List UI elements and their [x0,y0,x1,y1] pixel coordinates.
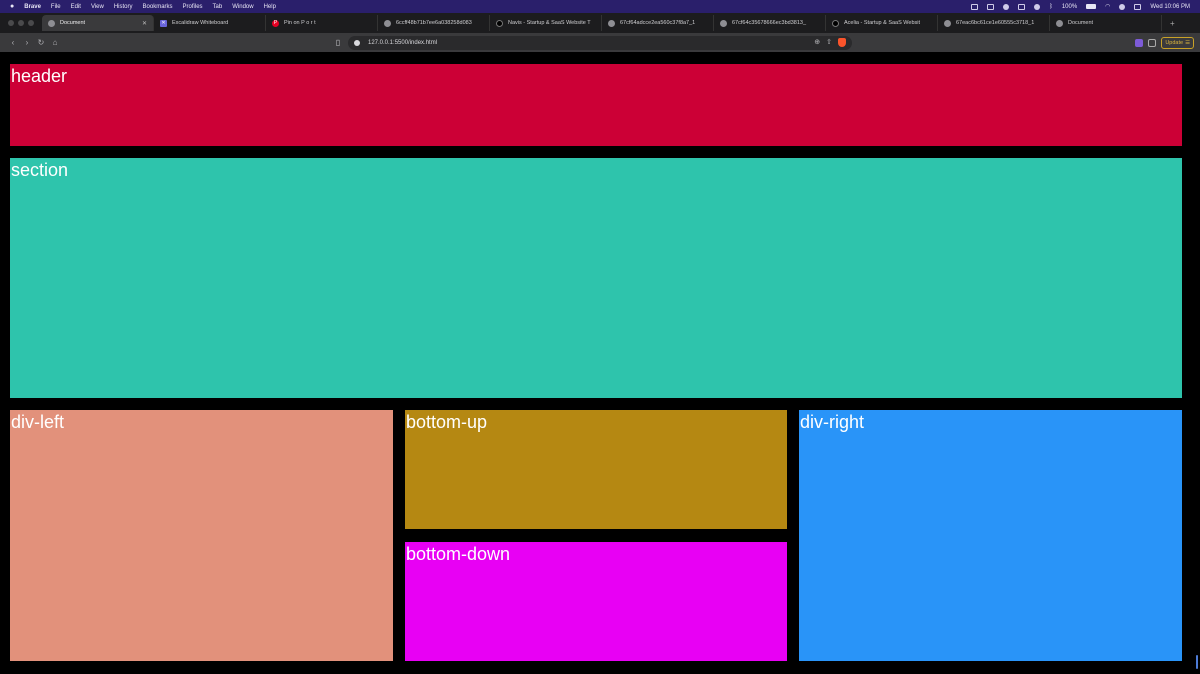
menu-edit[interactable]: Edit [71,4,81,10]
update-button[interactable]: Update ☰ [1161,36,1194,49]
wifi-icon[interactable]: ◠ [1105,3,1110,10]
share-icon[interactable]: ⇧ [826,38,832,47]
tab-image-2[interactable]: 67cf64adcce2ea560c37f8a7_1 [602,15,714,31]
div-left-label: div-left [11,412,65,432]
site-info-icon[interactable] [354,39,360,46]
tab-image-4[interactable]: 67eac6bc61ce1e60555c3718_1 [938,15,1050,31]
menubar-clock[interactable]: Wed 10:06 PM [1150,4,1190,10]
window-icon[interactable] [1018,3,1026,10]
page-viewport: header section div-left bottom-up bottom… [0,52,1200,674]
display-icon[interactable] [987,3,995,10]
bottom-down-label: bottom-down [406,544,511,564]
home-icon[interactable]: ⌂ [48,38,62,47]
tab-image-3[interactable]: 67cf64c35678666ec3bd3813_ [714,15,826,31]
menu-help[interactable]: Help [264,4,276,10]
header-block: header [10,64,1182,146]
update-label: Update [1165,39,1184,46]
div-left-block: div-left [10,410,393,661]
extension-icon[interactable] [1135,38,1144,47]
menu-icon: ☰ [1185,39,1190,46]
globe-icon [608,19,615,27]
menu-tab[interactable]: Tab [213,4,223,10]
new-tab-button[interactable]: + [1170,19,1175,28]
tab-document[interactable]: Document ✕ [42,15,154,31]
control-center-icon[interactable] [1134,3,1142,10]
bottom-up-label: bottom-up [406,412,488,432]
apple-icon[interactable]: ● [10,3,14,10]
window-controls [0,20,42,26]
tab-excalidraw[interactable]: ✕ Excalidraw Whiteboard [154,15,266,31]
record-icon[interactable] [1003,3,1010,10]
tab-label: 67cf64adcce2ea560c37f8a7_1 [620,20,696,26]
menu-view[interactable]: View [91,4,104,10]
moon-icon[interactable] [1034,3,1041,10]
menu-bookmarks[interactable]: Bookmarks [143,4,173,10]
url-text[interactable]: 127.0.0.1:5500/index.html [368,40,437,46]
tab-label: Navis - Startup & SaaS Website T [508,20,591,26]
browser-toolbar: ‹ › ↻ ⌂ ▯ 127.0.0.1:5500/index.html ⊕ ⇧ … [0,33,1200,52]
globe-icon [384,19,391,27]
brave-shields-icon[interactable] [838,38,846,47]
browser-tab-strip: Document ✕ ✕ Excalidraw Whiteboard P Pin… [0,13,1200,33]
div-right-block: div-right [799,410,1182,661]
globe-icon [720,19,727,27]
tab-label: Document [1068,20,1094,26]
div-right-label: div-right [800,412,865,432]
close-tab-icon[interactable]: ✕ [142,20,147,27]
tab-document-2[interactable]: Document [1050,15,1162,31]
tab-label: Document [60,20,86,26]
tab-label: 67eac6bc61ce1e60555c3718_1 [956,20,1035,26]
back-icon[interactable]: ‹ [6,38,20,47]
sidebar-icon[interactable] [1148,38,1157,47]
bottom-down-block: bottom-down [405,542,787,661]
globe-icon [1056,19,1063,27]
framer-icon [496,19,503,27]
tab-label: Acelia - Startup & SaaS Websit [844,20,921,26]
framer-icon [832,19,839,27]
globe-icon [48,19,55,27]
address-bar[interactable]: 127.0.0.1:5500/index.html ⊕ ⇧ [348,35,852,50]
tab-label: 67cf64c35678666ec3bd3813_ [732,20,807,26]
globe-icon [944,19,951,27]
bookmark-icon[interactable]: ▯ [332,38,344,47]
screen-icon[interactable] [971,3,979,10]
battery-percent: 100% [1061,3,1078,10]
scrollbar-thumb[interactable] [1196,655,1198,669]
close-window-icon[interactable] [8,20,14,26]
reload-icon[interactable]: ↻ [34,38,48,47]
excalidraw-icon: ✕ [160,19,167,27]
section-block: section [10,158,1182,398]
tab-image-1[interactable]: 6ccff48b71b7ee6a038258d083 [378,15,490,31]
forward-icon[interactable]: › [20,38,34,47]
tab-label: Pin on P o r t [284,20,316,26]
bottom-up-block: bottom-up [405,410,787,529]
tab-acelia[interactable]: Acelia - Startup & SaaS Websit [826,15,938,31]
macos-menu-bar: ● Brave File Edit View History Bookmarks… [0,0,1200,13]
tab-label: Excalidraw Whiteboard [172,20,229,26]
bluetooth-icon[interactable]: ᛒ [1049,4,1053,10]
tab-label: 6ccff48b71b7ee6a038258d083 [396,20,472,26]
section-label: section [11,160,69,180]
siri-icon[interactable] [1119,3,1126,10]
menu-window[interactable]: Window [232,4,253,10]
minimize-window-icon[interactable] [18,20,24,26]
menu-file[interactable]: File [51,4,61,10]
maximize-window-icon[interactable] [28,20,34,26]
menubar-status-area: ᛒ 100% ◠ Wed 10:06 PM [971,3,1190,10]
pinterest-icon: P [272,19,279,27]
tab-pinterest[interactable]: P Pin on P o r t [266,15,378,31]
menu-app-name[interactable]: Brave [24,4,41,10]
zoom-icon[interactable]: ⊕ [814,38,820,47]
header-label: header [11,66,68,86]
menu-profiles[interactable]: Profiles [183,4,203,10]
menu-history[interactable]: History [114,4,133,10]
tab-navis[interactable]: Navis - Startup & SaaS Website T [490,15,602,31]
toolbar-right-actions: Update ☰ [1135,36,1194,49]
battery-icon[interactable] [1086,4,1097,9]
address-bar-actions: ⊕ ⇧ [814,38,846,47]
